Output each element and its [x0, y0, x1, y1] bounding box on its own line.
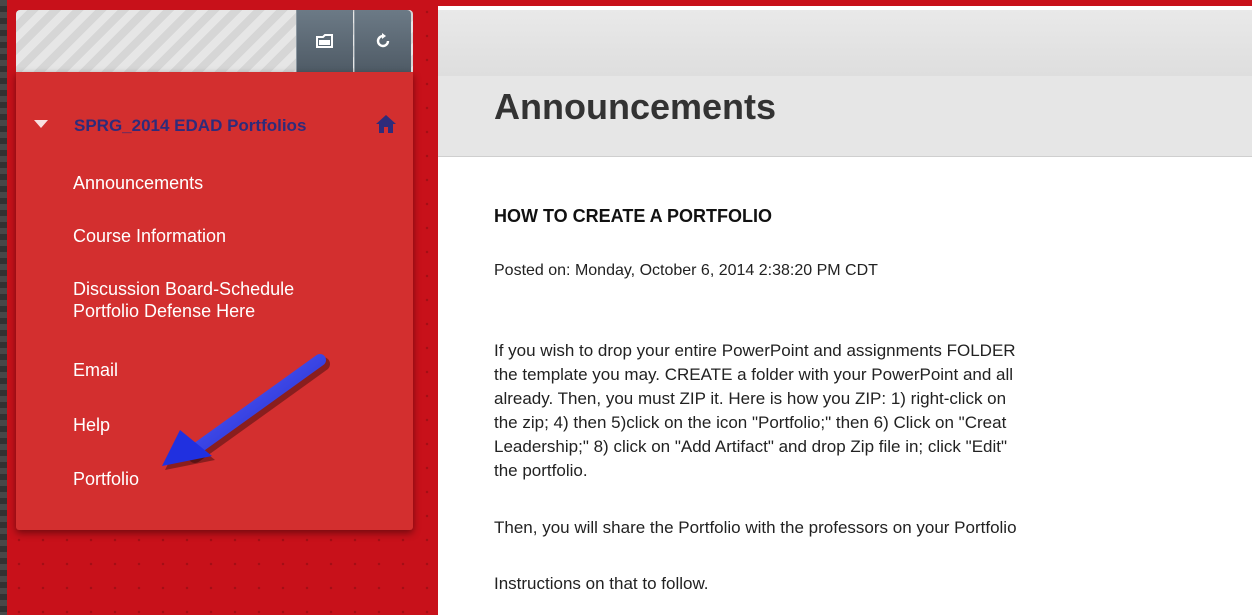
- menu-item-discussion-board-line2: Portfolio Defense Here: [73, 301, 256, 321]
- course-title[interactable]: SPRG_2014 EDAD Portfolios: [74, 116, 306, 136]
- collapse-triangle-icon[interactable]: [34, 120, 48, 128]
- menu-item-discussion-board[interactable]: Discussion Board-Schedule Portfolio Defe…: [73, 278, 294, 322]
- refresh-icon: [376, 33, 390, 48]
- course-title-row[interactable]: SPRG_2014 EDAD Portfolios: [16, 110, 413, 144]
- announcement-title: HOW TO CREATE A PORTFOLIO: [494, 206, 772, 226]
- announcement-body-line: the zip; 4) then 5)click on the icon "Po…: [494, 413, 1007, 432]
- announcement-body-line: the portfolio.: [494, 461, 588, 480]
- menu-item-portfolio[interactable]: Portfolio: [73, 468, 139, 490]
- home-icon[interactable]: [375, 114, 397, 134]
- left-edge-strip: [0, 0, 7, 615]
- menu-item-email[interactable]: Email: [73, 359, 118, 381]
- announcement-body-line: If you wish to drop your entire PowerPoi…: [494, 341, 1016, 360]
- course-menu: SPRG_2014 EDAD Portfolios Announcements …: [16, 72, 413, 530]
- announcement-instructions-line: Instructions on that to follow.: [494, 574, 709, 593]
- page-title-bar: Announcements: [438, 76, 1252, 157]
- menu-item-discussion-board-line1: Discussion Board-Schedule: [73, 279, 295, 299]
- menu-item-announcements[interactable]: Announcements: [73, 172, 203, 194]
- refresh-button[interactable]: [354, 10, 411, 72]
- content-header-strip: [438, 10, 1252, 76]
- content-area: Announcements HOW TO CREATE A PORTFOLIO …: [438, 0, 1252, 615]
- announcement-body-line: Leadership;" 8) click on "Add Artifact" …: [494, 437, 1008, 456]
- announcement-posted-date: Posted on: Monday, October 6, 2014 2:38:…: [494, 262, 878, 279]
- folder-view-icon: [316, 34, 333, 48]
- folder-view-button[interactable]: [296, 10, 353, 72]
- menu-item-course-information[interactable]: Course Information: [73, 225, 226, 247]
- menu-item-help[interactable]: Help: [73, 414, 110, 436]
- page-title: Announcements: [494, 86, 777, 127]
- announcement-body-line: the template you may. CREATE a folder wi…: [494, 365, 1014, 384]
- course-menu-toolbar: [16, 10, 413, 72]
- announcement-share-line: Then, you will share the Portfolio with …: [494, 518, 1017, 537]
- announcement-body-line: already. Then, you must ZIP it. Here is …: [494, 389, 1007, 408]
